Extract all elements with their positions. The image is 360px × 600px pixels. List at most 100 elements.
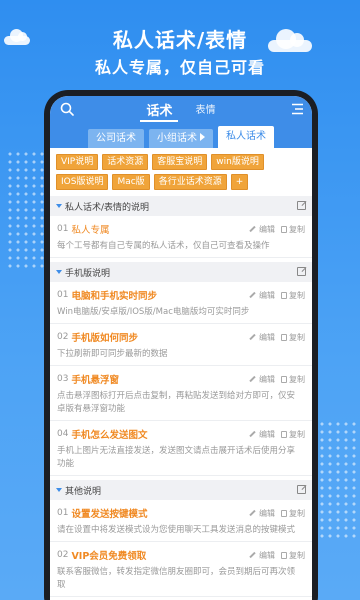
copy-button[interactable]: 复制	[281, 290, 305, 301]
caret-down-icon	[56, 488, 62, 492]
copy-label: 复制	[289, 290, 305, 300]
copy-label: 复制	[289, 550, 305, 560]
item-number: 01	[57, 224, 69, 234]
item-title: 手机怎么发送图文	[71, 430, 148, 441]
item-description: 下拉刷新即可同步最新的数据	[57, 349, 168, 359]
sub-tab-label: 公司话术	[96, 133, 136, 144]
pencil-icon	[249, 225, 256, 233]
copy-icon	[281, 551, 287, 559]
edit-label: 编辑	[259, 290, 275, 300]
item-title: 电脑和手机实时同步	[71, 291, 157, 302]
tab-emoji[interactable]: 表情	[190, 101, 222, 116]
copy-icon	[281, 291, 287, 299]
edit-button[interactable]: 编辑	[249, 374, 275, 385]
pencil-icon	[249, 375, 256, 383]
edit-label: 编辑	[259, 224, 275, 234]
app-header: 话术 表情 公司话术 小组话术 私人话术	[50, 96, 312, 148]
tab-scripts[interactable]: 话术	[140, 100, 179, 122]
edit-label: 编辑	[259, 429, 275, 439]
play-arrow-icon	[200, 133, 205, 141]
pencil-icon	[249, 291, 256, 299]
copy-label: 复制	[289, 508, 305, 518]
list-item[interactable]: 01 电脑和手机实时同步 编辑 复制 Win电脑版/安卓版/IOS版/Mac电脑…	[50, 282, 312, 324]
list-item[interactable]: 01 私人专属 编辑 复制 每个工号都有自己专属的私人话术，仅自己可查看及操作	[50, 216, 312, 258]
phone-frame: 话术 表情 公司话术 小组话术 私人话术 VIP说明 话术资源 客服宝说明 wi…	[44, 90, 318, 600]
copy-button[interactable]: 复制	[281, 332, 305, 343]
item-number: 01	[57, 508, 69, 518]
section-title: 手机版说明	[65, 268, 111, 279]
copy-button[interactable]: 复制	[281, 224, 305, 235]
edit-icon[interactable]	[297, 267, 306, 276]
menu-icon[interactable]	[291, 103, 304, 115]
item-title: 手机版如何同步	[71, 333, 138, 344]
edit-label: 编辑	[259, 332, 275, 342]
caret-down-icon	[56, 204, 62, 208]
edit-label: 编辑	[259, 508, 275, 518]
edit-button[interactable]: 编辑	[249, 429, 275, 440]
sub-tab-label: 小组话术	[157, 133, 197, 144]
pencil-icon	[249, 333, 256, 341]
item-number: 03	[57, 374, 69, 384]
edit-button[interactable]: 编辑	[249, 332, 275, 343]
chip-kefubao[interactable]: 客服宝说明	[152, 154, 208, 170]
caret-down-icon	[56, 270, 62, 274]
item-description: Win电脑版/安卓版/IOS版/Mac电脑版均可实时同步	[57, 307, 250, 317]
sub-tab-group[interactable]: 小组话术	[149, 129, 213, 148]
sub-tabs: 公司话术 小组话术 私人话术	[50, 126, 312, 148]
section-header[interactable]: 私人话术/表情的说明	[50, 196, 312, 216]
chip-win[interactable]: win版说明	[211, 154, 264, 170]
copy-icon	[281, 430, 287, 438]
item-description: 联系客服微信，转发指定微信朋友圈即可，会员到期后可再次领取	[57, 567, 296, 590]
item-description: 点击悬浮图标打开后点击复制，再粘贴发送到给对方即可，仅安卓版有悬浮窗功能	[57, 391, 296, 414]
pencil-icon	[249, 509, 256, 517]
sub-tab-label: 私人话术	[226, 131, 266, 142]
category-chips: VIP说明 话术资源 客服宝说明 win版说明 IOS版说明 Mac版 各行业话…	[50, 148, 312, 192]
sub-tab-company[interactable]: 公司话术	[88, 129, 144, 148]
list-item[interactable]: 04 手机怎么发送图文 编辑 复制 手机上图片无法直接发送，发送图文请点击展开话…	[50, 421, 312, 476]
promo-subtitle: 私人专属，仅自己可看	[94, 58, 265, 77]
item-number: 04	[57, 429, 69, 439]
item-title: 设置发送按键模式	[71, 509, 148, 520]
copy-button[interactable]: 复制	[281, 374, 305, 385]
chip-industry[interactable]: 各行业话术资源	[153, 174, 227, 190]
section-title: 其他说明	[65, 486, 102, 497]
promo-title: 私人话术/表情	[112, 28, 248, 52]
copy-button[interactable]: 复制	[281, 429, 305, 440]
edit-button[interactable]: 编辑	[249, 290, 275, 301]
item-number: 02	[57, 550, 69, 560]
edit-label: 编辑	[259, 374, 275, 384]
copy-icon	[281, 225, 287, 233]
copy-label: 复制	[289, 332, 305, 342]
section-header[interactable]: 手机版说明	[50, 262, 312, 282]
edit-button[interactable]: 编辑	[249, 224, 275, 235]
list-item[interactable]: 01 设置发送按键模式 编辑 复制 请在设置中将发送模式设为您使用聊天工具发送消…	[50, 500, 312, 542]
chip-mac[interactable]: Mac版	[112, 174, 150, 190]
copy-icon	[281, 509, 287, 517]
item-title: VIP会员免费领取	[71, 551, 147, 562]
chip-script-resources[interactable]: 话术资源	[102, 154, 149, 170]
edit-button[interactable]: 编辑	[249, 550, 275, 561]
edit-icon[interactable]	[297, 485, 306, 494]
chip-ios[interactable]: IOS版说明	[56, 174, 109, 190]
copy-button[interactable]: 复制	[281, 508, 305, 519]
list-item[interactable]: 02 手机版如何同步 编辑 复制 下拉刷新即可同步最新的数据	[50, 324, 312, 366]
chip-vip[interactable]: VIP说明	[56, 154, 99, 170]
list-item[interactable]: 03 手机悬浮窗 编辑 复制 点击悬浮图标打开后点击复制，再粘贴发送到给对方即可…	[50, 366, 312, 421]
copy-label: 复制	[289, 374, 305, 384]
item-title: 手机悬浮窗	[71, 375, 119, 386]
copy-button[interactable]: 复制	[281, 550, 305, 561]
edit-button[interactable]: 编辑	[249, 508, 275, 519]
item-description: 手机上图片无法直接发送，发送图文请点击展开话术后使用分享功能	[57, 446, 296, 469]
copy-icon	[281, 375, 287, 383]
sub-tab-private[interactable]: 私人话术	[218, 126, 274, 148]
copy-label: 复制	[289, 429, 305, 439]
copy-icon	[281, 333, 287, 341]
pencil-icon	[249, 551, 256, 559]
item-title: 私人专属	[71, 225, 110, 236]
copy-label: 复制	[289, 224, 305, 234]
section-header[interactable]: 其他说明	[50, 480, 312, 500]
edit-icon[interactable]	[297, 201, 306, 210]
top-tabs: 话术 表情	[50, 100, 312, 122]
add-chip-button[interactable]: +	[230, 174, 249, 190]
list-item[interactable]: 02 VIP会员免费领取 编辑 复制 联系客服微信，转发指定微信朋友圈即可，会员…	[50, 542, 312, 597]
